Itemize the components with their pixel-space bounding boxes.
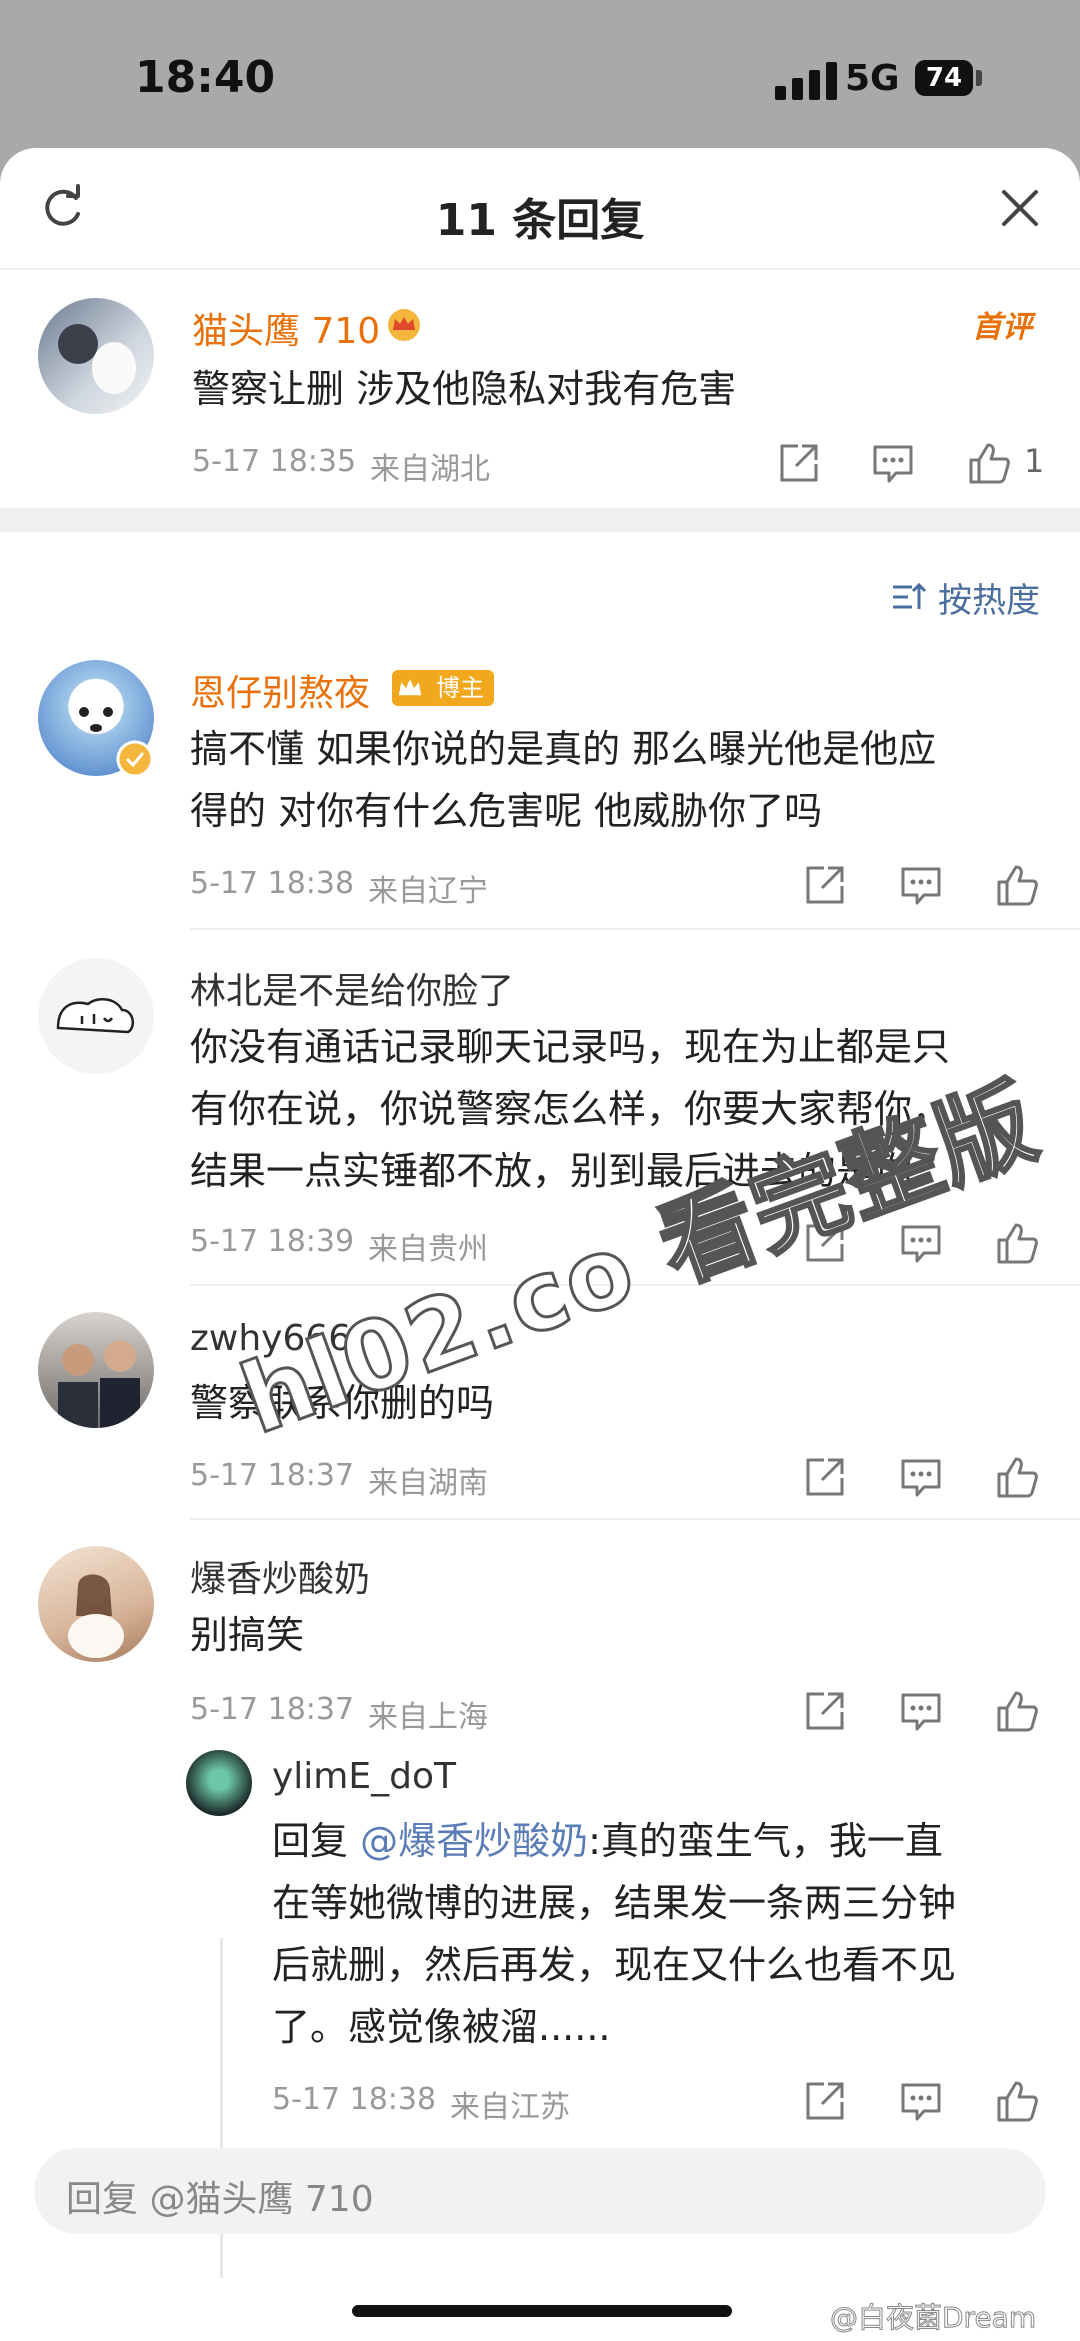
sort-icon bbox=[893, 582, 926, 609]
like-icon[interactable] bbox=[994, 1688, 1040, 1734]
status-bar: 18:40 5G 74 bbox=[0, 0, 1080, 150]
comment-time: 5-17 18:37 bbox=[190, 1692, 355, 1727]
divider bbox=[190, 1518, 1080, 1520]
reply-input-placeholder: 回复 @猫头鹰 710 bbox=[66, 2179, 374, 2220]
comment-icon[interactable] bbox=[870, 440, 916, 486]
comment-icon[interactable] bbox=[898, 2078, 944, 2124]
like-icon[interactable] bbox=[994, 1454, 1040, 1500]
comment-text-line: 你没有通话记录聊天记录吗，现在为止都是只 bbox=[190, 1025, 951, 1069]
comment-username[interactable]: 爆香炒酸奶 bbox=[190, 1550, 370, 1602]
first-comment-tag: 首评 bbox=[972, 310, 1032, 345]
comment-text: 警察让删 涉及他隐私对我有危害 bbox=[192, 367, 737, 411]
section-divider bbox=[0, 508, 1080, 532]
avatar[interactable] bbox=[186, 1750, 252, 1816]
sort-label: 按热度 bbox=[938, 580, 1040, 621]
sheet-header: 11 条回复 bbox=[0, 148, 1080, 270]
comment-icon[interactable] bbox=[898, 862, 944, 908]
comment-username[interactable]: 恩仔别熬夜 bbox=[190, 664, 370, 716]
page-title: 11 条回复 bbox=[435, 195, 645, 246]
share-icon[interactable] bbox=[802, 862, 848, 908]
source-watermark: @白夜菌Dream bbox=[829, 2301, 1037, 2335]
sub-reply-first-line: 回复 @爆香炒酸奶:真的蛮生气，我一直 bbox=[272, 1810, 943, 1872]
comment-time: 5-17 18:35 bbox=[192, 444, 357, 479]
comment-location: 来自上海 bbox=[368, 1700, 488, 1735]
network-type: 5G bbox=[845, 58, 900, 99]
like-icon[interactable] bbox=[994, 862, 1040, 908]
avatar[interactable] bbox=[38, 1546, 154, 1662]
reply-input[interactable]: 回复 @猫头鹰 710 bbox=[34, 2148, 1046, 2234]
comment-text-line: 别搞笑 bbox=[190, 1613, 305, 1657]
avatar[interactable] bbox=[38, 1312, 154, 1428]
crown-icon bbox=[388, 309, 420, 341]
comment-location: 来自湖北 bbox=[370, 452, 490, 487]
comment-location: 来自辽宁 bbox=[368, 874, 488, 909]
comment-username[interactable]: 猫头鹰 710 bbox=[192, 302, 380, 354]
comment-location: 来自湖南 bbox=[368, 1466, 488, 1501]
comment-username[interactable]: ylimE_doT bbox=[272, 1756, 456, 1797]
comment-icon[interactable] bbox=[898, 1454, 944, 1500]
battery-icon: 74 bbox=[915, 60, 973, 96]
comment-time: 5-17 18:39 bbox=[190, 1224, 355, 1259]
status-time: 18:40 bbox=[135, 52, 276, 103]
share-icon[interactable] bbox=[802, 1454, 848, 1500]
battery-tip bbox=[976, 70, 982, 86]
comment-text-line: 了。感觉像被溜...... bbox=[272, 2005, 611, 2049]
comment-location: 来自江苏 bbox=[450, 2090, 570, 2125]
avatar[interactable] bbox=[38, 958, 154, 1074]
share-icon[interactable] bbox=[802, 1688, 848, 1734]
like-icon[interactable] bbox=[994, 2078, 1040, 2124]
share-icon[interactable] bbox=[802, 2078, 848, 2124]
comment-text-line: 得的 对你有什么危害呢 他威胁你了吗 bbox=[190, 789, 823, 833]
signal-icon bbox=[775, 60, 839, 100]
crown-icon bbox=[398, 679, 422, 696]
comment-text-line: 搞不懂 如果你说的是真的 那么曝光他是他应 bbox=[190, 727, 937, 771]
comment-time: 5-17 18:38 bbox=[190, 866, 355, 901]
divider bbox=[190, 928, 1080, 930]
verified-icon bbox=[116, 740, 154, 778]
reply-prefix: 回复 bbox=[272, 1819, 361, 1863]
comment-icon[interactable] bbox=[898, 1688, 944, 1734]
close-icon[interactable] bbox=[996, 184, 1044, 232]
share-icon[interactable] bbox=[776, 440, 822, 486]
comment-text-line: 后就删，然后再发，现在又什么也看不见 bbox=[272, 1943, 957, 1987]
comment-username[interactable]: 林北是不是给你脸了 bbox=[190, 962, 514, 1014]
comment-time: 5-17 18:38 bbox=[272, 2082, 437, 2117]
like-icon[interactable] bbox=[966, 440, 1012, 486]
comment-text-line: :真的蛮生气，我一直 bbox=[588, 1819, 943, 1863]
comment-time: 5-17 18:37 bbox=[190, 1458, 355, 1493]
like-icon[interactable] bbox=[994, 1220, 1040, 1266]
like-count: 1 bbox=[1024, 442, 1045, 480]
avatar[interactable] bbox=[38, 298, 154, 414]
home-indicator bbox=[352, 2305, 732, 2317]
mention-link[interactable]: @爆香炒酸奶 bbox=[360, 1819, 588, 1863]
comment-text-line: 在等她微博的进展，结果发一条两三分钟 bbox=[272, 1881, 957, 1925]
sort-button[interactable]: 按热度 bbox=[890, 574, 1040, 621]
